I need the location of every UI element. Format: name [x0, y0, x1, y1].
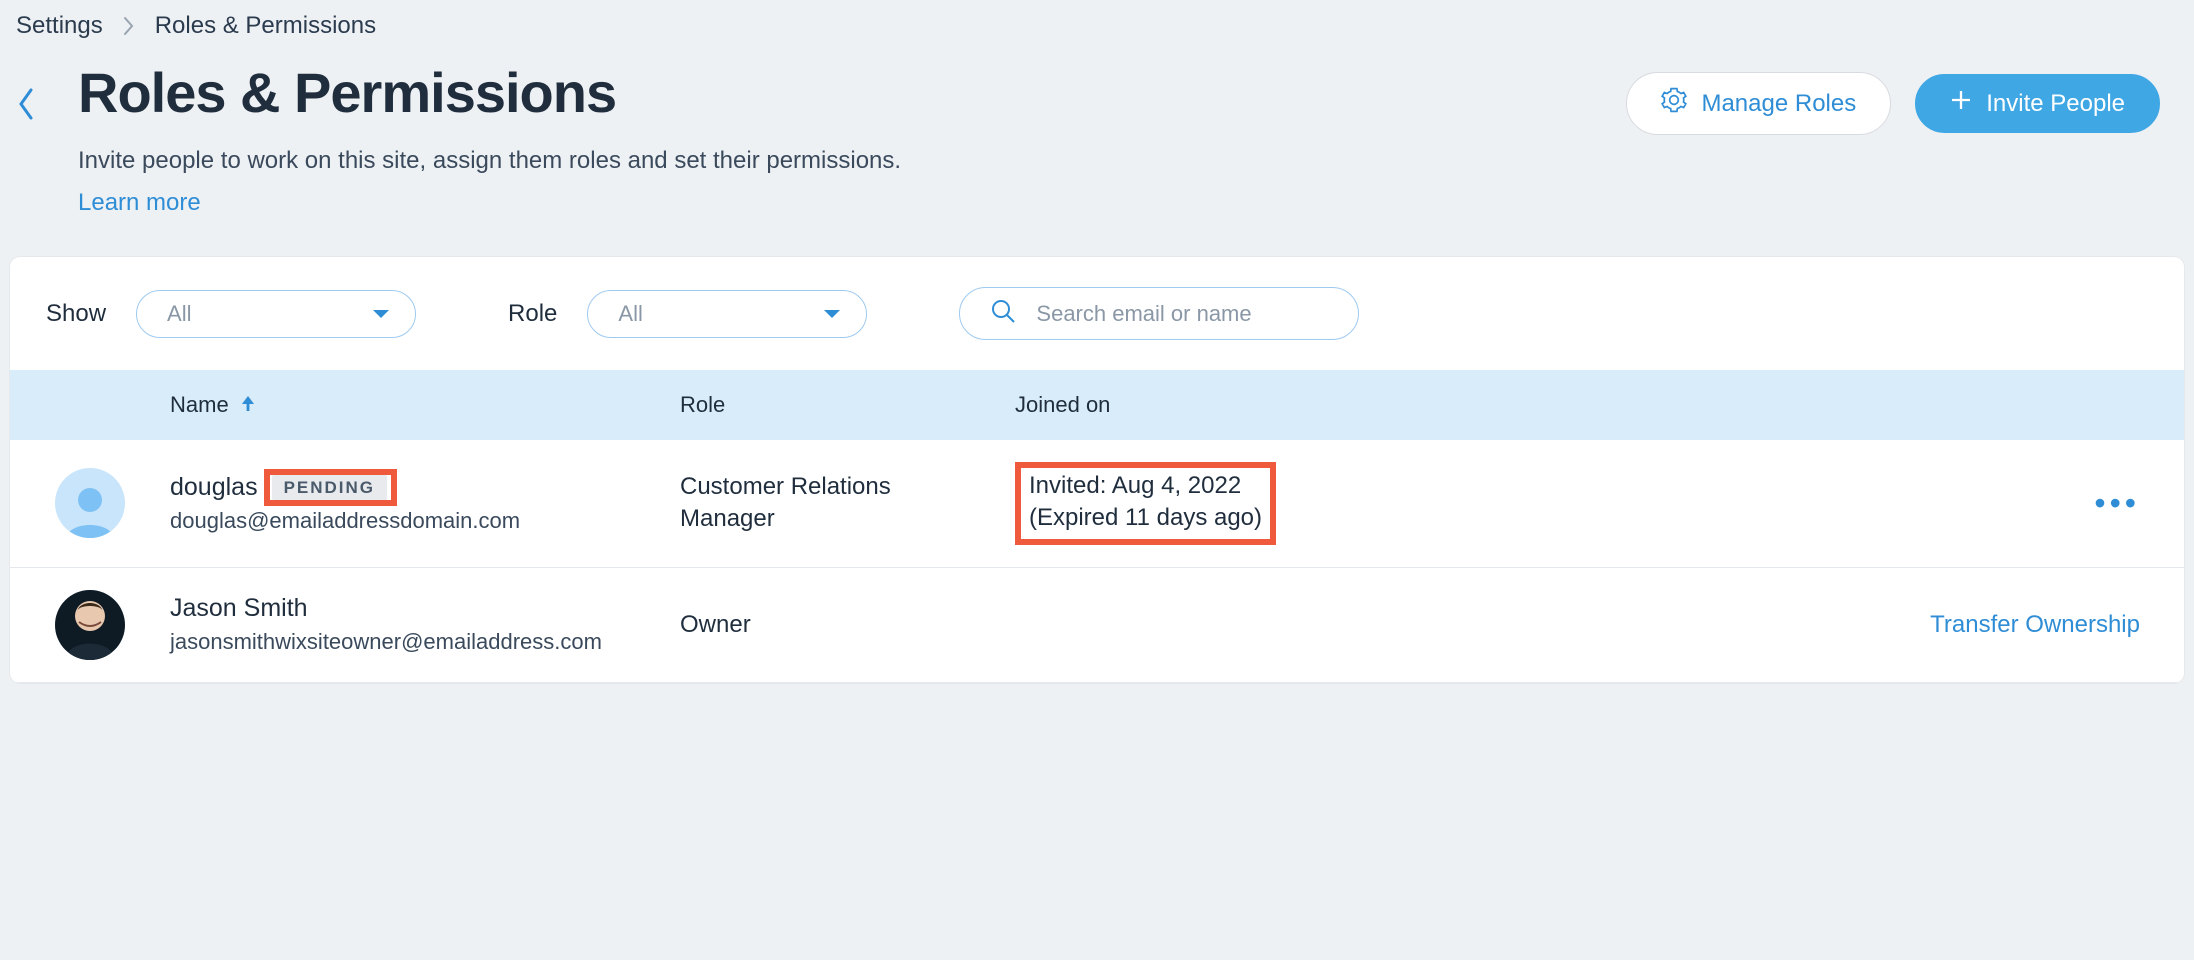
avatar: [55, 468, 125, 538]
invite-people-button[interactable]: Invite People: [1915, 74, 2160, 133]
table-row: douglas PENDING douglas@emailaddressdoma…: [10, 440, 2184, 568]
column-name[interactable]: Name: [170, 392, 680, 418]
collaborator-role: Customer Relations Manager: [680, 471, 1015, 536]
table-row: Jason Smith jasonsmithwixsiteowner@email…: [10, 568, 2184, 683]
plus-icon: [1950, 89, 1972, 118]
gear-icon: [1661, 87, 1687, 120]
collaborator-role: Owner: [680, 609, 1015, 641]
page-title: Roles & Permissions: [78, 60, 1586, 125]
column-role[interactable]: Role: [680, 392, 1015, 418]
filter-row: Show All Role All: [10, 257, 2184, 370]
breadcrumb: Settings Roles & Permissions: [10, 0, 2184, 48]
table-header: Name Role Joined on: [10, 370, 2184, 440]
manage-roles-button[interactable]: Manage Roles: [1626, 72, 1891, 135]
row-actions-button[interactable]: •••: [2094, 485, 2140, 522]
joined-on-line2: (Expired 11 days ago): [1029, 502, 1262, 534]
breadcrumb-parent[interactable]: Settings: [16, 12, 103, 40]
breadcrumb-current: Roles & Permissions: [155, 12, 376, 40]
collaborator-email: douglas@emailaddressdomain.com: [170, 508, 680, 534]
back-button[interactable]: [16, 60, 38, 122]
chevron-right-icon: [123, 16, 135, 36]
show-filter-select[interactable]: All: [136, 290, 416, 338]
role-label: Role: [508, 300, 557, 328]
chevron-down-icon: [371, 301, 391, 327]
avatar: [55, 590, 125, 660]
collaborator-name: douglas: [170, 473, 258, 502]
transfer-ownership-link[interactable]: Transfer Ownership: [1930, 611, 2140, 639]
status-badge: PENDING: [272, 474, 387, 501]
sort-asc-icon: [241, 392, 255, 418]
chevron-down-icon: [822, 301, 842, 327]
search-icon: [990, 298, 1016, 329]
column-joined[interactable]: Joined on: [1015, 392, 1435, 418]
joined-on-line1: Invited: Aug 4, 2022: [1029, 470, 1262, 502]
search-input[interactable]: [1036, 301, 1328, 327]
search-box[interactable]: [959, 287, 1359, 340]
collaborators-card: Show All Role All Name Role: [10, 257, 2184, 683]
show-filter-value: All: [167, 301, 191, 327]
invite-people-label: Invite People: [1986, 90, 2125, 118]
show-label: Show: [46, 300, 106, 328]
learn-more-link[interactable]: Learn more: [78, 189, 201, 217]
role-filter-select[interactable]: All: [587, 290, 867, 338]
page-subtitle: Invite people to work on this site, assi…: [78, 147, 1586, 175]
highlight-annotation: Invited: Aug 4, 2022 (Expired 11 days ag…: [1015, 462, 1276, 545]
highlight-annotation: PENDING: [268, 473, 393, 502]
manage-roles-label: Manage Roles: [1701, 90, 1856, 118]
collaborator-name: Jason Smith: [170, 594, 308, 623]
collaborator-email: jasonsmithwixsiteowner@emailaddress.com: [170, 629, 680, 655]
role-filter-value: All: [618, 301, 642, 327]
